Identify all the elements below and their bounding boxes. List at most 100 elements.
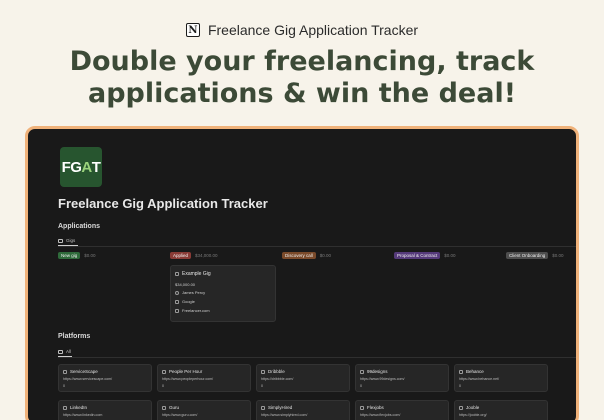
platform-url[interactable]: https://www.peopleperhour.com/ — [162, 377, 213, 381]
brand-header: N Freelance Gig Application Tracker — [0, 22, 604, 38]
platform-name-text: SimplyHired — [268, 405, 293, 410]
page-icon — [459, 369, 463, 374]
page-icon — [162, 369, 166, 374]
tab-gigs[interactable]: Gigs — [58, 238, 75, 243]
platform-url[interactable]: https://www.simplyhired.com/ — [261, 413, 307, 417]
platform-card[interactable]: Jooble https://jooble.org/ — [454, 400, 548, 420]
headline-line-2: applications & win the deal! — [87, 78, 517, 109]
platform-name-text: Flexjobs — [367, 405, 384, 410]
platform-url[interactable]: https://dribbble.com/ — [261, 377, 293, 381]
board-column-new-gig[interactable]: New gig $0.00 — [58, 252, 96, 259]
platform-name: 99designs — [360, 369, 388, 374]
platform-card[interactable]: 99designs https://www.99designs.com/ 0 — [355, 364, 449, 392]
platform-url[interactable]: https://www.servicescape.com/ — [63, 377, 112, 381]
page-icon — [63, 405, 67, 410]
platform-count: 0 — [360, 384, 362, 388]
column-sum: $0.00 — [444, 253, 456, 258]
gig-title: Example Gig — [182, 271, 211, 277]
platform-name-text: Behance — [466, 369, 484, 374]
status-pill: Applied — [170, 252, 192, 259]
gig-company: Google — [182, 299, 195, 304]
platform-name: Behance — [459, 369, 484, 374]
platform-url[interactable]: https://www.flexjobs.com/ — [360, 413, 400, 417]
platform-name-text: LinkedIn — [70, 405, 88, 410]
platform-name-text: Jooble — [466, 405, 480, 410]
app-logo-text-1: FG — [61, 158, 82, 176]
gig-person-row: James Percy — [175, 290, 205, 295]
platform-card[interactable]: SimplyHired https://www.simplyhired.com/ — [256, 400, 350, 420]
page-icon — [360, 369, 364, 374]
board-column-proposal-contract[interactable]: Proposal & Contract $0.00 — [394, 252, 456, 259]
platform-name: LinkedIn — [63, 405, 87, 410]
page-icon — [175, 272, 179, 276]
gig-card-title: Example Gig — [175, 271, 211, 277]
column-sum: $34,000.00 — [195, 253, 218, 258]
column-sum: $0.00 — [319, 253, 332, 258]
gig-company-row: Google — [175, 299, 195, 304]
link-icon — [175, 308, 179, 313]
app-logo-text-2: A — [81, 158, 92, 176]
platform-name: Dribbble — [261, 369, 285, 374]
tab-all[interactable]: All — [58, 349, 71, 354]
platform-count: 0 — [459, 384, 461, 388]
platform-card[interactable]: LinkedIn https://www.linkedin.com — [58, 400, 152, 420]
tab-all-label: All — [66, 349, 72, 354]
notion-logo-icon: N — [185, 23, 200, 37]
headline-line-1: Double your freelancing, track — [69, 46, 535, 77]
platform-card[interactable]: Behance https://www.behance.net/ 0 — [454, 364, 548, 392]
platforms-gallery: ServiceScape https://www.servicescape.co… — [58, 364, 558, 420]
platform-card[interactable]: Dribbble https://dribbble.com/ 0 — [256, 364, 350, 392]
platform-name-text: Guru — [169, 405, 180, 410]
brand-title: Freelance Gig Application Tracker — [207, 22, 419, 38]
page-icon — [261, 405, 265, 410]
app-logo: FG A T — [60, 147, 102, 187]
tab-gigs-label: Gigs — [66, 238, 76, 243]
gig-card[interactable]: Example Gig $34,000.00 James Percy Googl… — [170, 265, 276, 322]
platform-count: 0 — [162, 384, 164, 388]
gig-amount: $34,000.00 — [175, 282, 196, 287]
platforms-divider — [58, 357, 576, 358]
column-sum: $0.00 — [84, 253, 96, 258]
applications-title: Applications — [58, 223, 101, 230]
platform-card[interactable]: People Per Hour https://www.peopleperhou… — [157, 364, 251, 392]
platforms-title: Platforms — [58, 333, 91, 340]
platform-card[interactable]: Flexjobs https://www.flexjobs.com/ — [355, 400, 449, 420]
board-column-client-onboarding[interactable]: Client Onboarding $0.00 — [506, 252, 564, 259]
platform-card[interactable]: Guru https://www.guru.com/ — [157, 400, 251, 420]
status-pill: Discovery call — [282, 252, 316, 259]
platform-url[interactable]: https://www.99designs.com/ — [360, 377, 405, 381]
gig-platform-row: Freelancer.com — [175, 308, 210, 313]
building-icon — [175, 299, 179, 304]
platform-url[interactable]: https://jooble.org/ — [459, 413, 487, 417]
column-sum: $0.00 — [552, 253, 564, 258]
platform-url[interactable]: https://www.linkedin.com — [63, 413, 102, 417]
page-icon — [360, 405, 364, 410]
gig-amount-row: $34,000.00 — [175, 282, 195, 287]
gig-person: James Percy — [182, 290, 206, 295]
platform-name-text: People Per Hour — [169, 369, 203, 374]
platform-name-text: ServiceScape — [70, 369, 98, 374]
status-pill: Client Onboarding — [506, 252, 549, 259]
status-pill: Proposal & Contract — [394, 252, 441, 259]
board-column-discovery-call[interactable]: Discovery call $0.00 — [282, 252, 331, 259]
platform-name: Guru — [162, 405, 179, 410]
platform-name: SimplyHired — [261, 405, 292, 410]
board-column-applied[interactable]: Applied $34,000.00 — [170, 252, 218, 259]
app-preview-panel: FG A T Freelance Gig Application Tracker A… — [25, 126, 579, 420]
page-icon — [63, 369, 67, 374]
app-logo-text-3: T — [91, 158, 101, 176]
page-icon — [459, 405, 463, 410]
platform-count: 0 — [261, 384, 263, 388]
page-icon — [261, 369, 265, 374]
page-icon — [162, 405, 166, 410]
platform-name: Jooble — [459, 405, 479, 410]
platform-name: Flexjobs — [360, 405, 384, 410]
platform-card[interactable]: ServiceScape https://www.servicescape.co… — [58, 364, 152, 392]
platform-name-text: 99designs — [367, 369, 388, 374]
platform-url[interactable]: https://www.guru.com/ — [162, 413, 197, 417]
platform-url[interactable]: https://www.behance.net/ — [459, 377, 499, 381]
page-title: Freelance Gig Application Tracker — [58, 196, 268, 211]
applications-divider — [58, 246, 576, 247]
status-pill: New gig — [58, 252, 81, 259]
platform-name-text: Dribbble — [268, 369, 285, 374]
